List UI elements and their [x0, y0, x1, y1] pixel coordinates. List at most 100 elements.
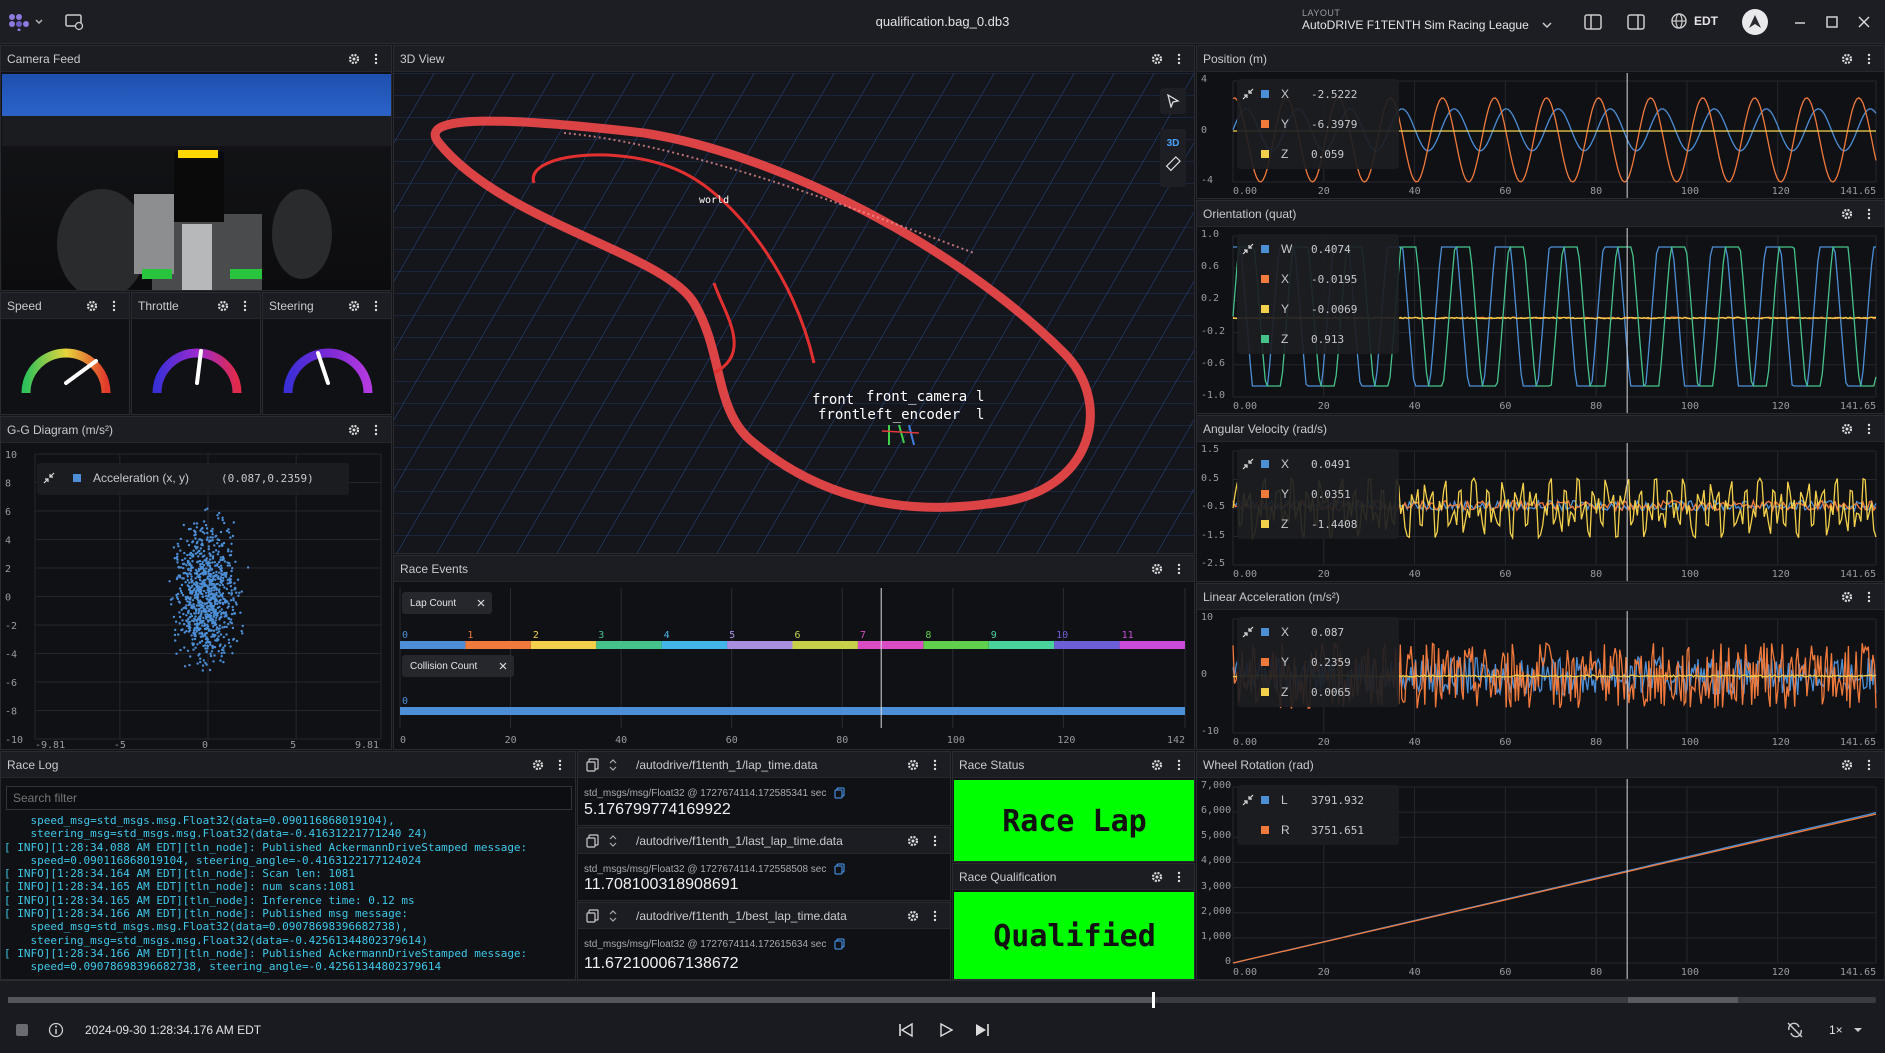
- scatter-point: [189, 591, 192, 595]
- y-tick-label: -0.5: [1201, 501, 1226, 512]
- more-icon[interactable]: [1172, 562, 1186, 576]
- copy-icon[interactable]: [586, 757, 600, 772]
- more-icon[interactable]: [1172, 870, 1186, 884]
- loop-off-icon[interactable]: [1786, 1022, 1804, 1038]
- info-icon[interactable]: [48, 1022, 64, 1038]
- settings-icon[interactable]: [1840, 422, 1854, 436]
- settings-icon[interactable]: [1150, 562, 1164, 576]
- select-tool-button[interactable]: [1160, 88, 1186, 114]
- topic-path[interactable]: /autodrive/f1tenth_1/last_lap_time.data: [636, 834, 906, 848]
- scatter-point: [202, 644, 205, 648]
- record-button[interactable]: [16, 1024, 28, 1036]
- more-icon[interactable]: [107, 299, 121, 313]
- more-icon[interactable]: [1862, 52, 1876, 66]
- legend-series-name: X: [1281, 272, 1290, 286]
- copy-icon[interactable]: [834, 938, 846, 950]
- more-icon[interactable]: [928, 758, 942, 772]
- settings-icon[interactable]: [347, 52, 361, 66]
- ruler-icon[interactable]: [1160, 153, 1186, 177]
- open-data-source-button[interactable]: [64, 12, 84, 32]
- collapse-legend-icon[interactable]: [1237, 88, 1259, 100]
- log-line: steering_msg=std_msgs.msg.Float32(data=-…: [4, 933, 428, 947]
- more-icon[interactable]: [1172, 758, 1186, 772]
- minimize-button[interactable]: [1792, 14, 1808, 35]
- collapse-legend-icon[interactable]: [1237, 794, 1259, 806]
- settings-icon[interactable]: [1150, 758, 1164, 772]
- more-icon[interactable]: [238, 299, 252, 313]
- toggle-right-sidebar-button[interactable]: [1626, 12, 1646, 37]
- scatter-point: [237, 594, 240, 597]
- collapse-legend-icon[interactable]: [37, 472, 61, 484]
- scatter-point: [206, 588, 209, 592]
- scatter-point: [218, 591, 221, 594]
- toggle-left-sidebar-button[interactable]: [1583, 12, 1603, 37]
- more-icon[interactable]: [928, 834, 942, 848]
- topic-path[interactable]: /autodrive/f1tenth_1/lap_time.data: [636, 758, 906, 772]
- settings-icon[interactable]: [906, 909, 920, 923]
- maximize-button[interactable]: [1824, 14, 1840, 35]
- 3d-mode-toggle[interactable]: 3D: [1160, 129, 1186, 187]
- scatter-point: [198, 575, 202, 579]
- settings-icon[interactable]: [347, 423, 361, 437]
- close-window-button[interactable]: [1856, 14, 1872, 35]
- collapse-legend-icon[interactable]: [1237, 626, 1259, 638]
- settings-icon[interactable]: [216, 299, 230, 313]
- collapse-legend-icon[interactable]: [1237, 243, 1259, 255]
- settings-icon[interactable]: [1150, 870, 1164, 884]
- settings-icon[interactable]: [1150, 52, 1164, 66]
- x-tick-label: 20: [1317, 569, 1330, 580]
- layout-selector[interactable]: LAYOUT AutoDRIVE F1TENTH Sim Racing Leag…: [1302, 8, 1562, 38]
- copy-icon[interactable]: [586, 833, 600, 848]
- expand-icon[interactable]: [608, 834, 618, 848]
- copy-icon[interactable]: [834, 787, 846, 799]
- settings-icon[interactable]: [906, 834, 920, 848]
- settings-icon[interactable]: [1840, 758, 1854, 772]
- race-events-timeline[interactable]: 0 1 2 3 4 5 6 7 8 9 10 11 0 0 20 40 60 80 100 120 142: [394, 583, 1195, 750]
- more-icon[interactable]: [369, 52, 383, 66]
- copy-icon[interactable]: [834, 863, 846, 875]
- lap-label: 0: [402, 630, 408, 641]
- more-icon[interactable]: [1862, 590, 1876, 604]
- topic-path[interactable]: /autodrive/f1tenth_1/best_lap_time.data: [636, 909, 906, 923]
- settings-icon[interactable]: [347, 299, 361, 313]
- scatter-point: [212, 660, 215, 663]
- copy-icon[interactable]: [586, 908, 600, 923]
- scatter-point: [224, 601, 227, 604]
- more-icon[interactable]: [369, 423, 383, 437]
- seek-backward-button[interactable]: [898, 1022, 914, 1038]
- play-button[interactable]: [938, 1022, 954, 1038]
- search-filter-input[interactable]: [6, 786, 572, 810]
- 3d-view-panel: 3D View world front front_camera front l…: [393, 45, 1195, 554]
- app-menu-button[interactable]: [8, 12, 48, 32]
- more-icon[interactable]: [369, 299, 383, 313]
- more-icon[interactable]: [1862, 207, 1876, 221]
- playback-playhead[interactable]: [1152, 992, 1156, 1008]
- more-icon[interactable]: [1172, 52, 1186, 66]
- scatter-point: [196, 618, 199, 622]
- seek-forward-button[interactable]: [974, 1022, 990, 1038]
- playback-speed-select[interactable]: 1×: [1829, 1023, 1863, 1037]
- scatter-point: [217, 550, 220, 553]
- user-avatar[interactable]: [1742, 9, 1768, 35]
- settings-icon[interactable]: [1840, 52, 1854, 66]
- timezone-button[interactable]: EDT: [1670, 12, 1718, 30]
- more-icon[interactable]: [1862, 422, 1876, 436]
- collapse-legend-icon[interactable]: [1237, 458, 1259, 470]
- settings-icon[interactable]: [1840, 590, 1854, 604]
- expand-icon[interactable]: [608, 909, 618, 923]
- 3d-scene[interactable]: world front front_camera front left_enco…: [394, 73, 1195, 554]
- more-icon[interactable]: [553, 758, 567, 772]
- more-icon[interactable]: [928, 909, 942, 923]
- settings-icon[interactable]: [85, 299, 99, 313]
- scatter-point: [181, 628, 184, 631]
- more-icon[interactable]: [1862, 758, 1876, 772]
- settings-icon[interactable]: [906, 758, 920, 772]
- playback-scrubber[interactable]: [8, 992, 1876, 1008]
- frame-label-world: world: [699, 195, 729, 206]
- expand-icon[interactable]: [608, 758, 618, 772]
- settings-icon[interactable]: [1840, 207, 1854, 221]
- y-tick-label: -2: [5, 621, 17, 632]
- settings-icon[interactable]: [531, 758, 545, 772]
- x-tick-label: 80: [836, 735, 848, 746]
- scatter-point: [187, 543, 191, 547]
